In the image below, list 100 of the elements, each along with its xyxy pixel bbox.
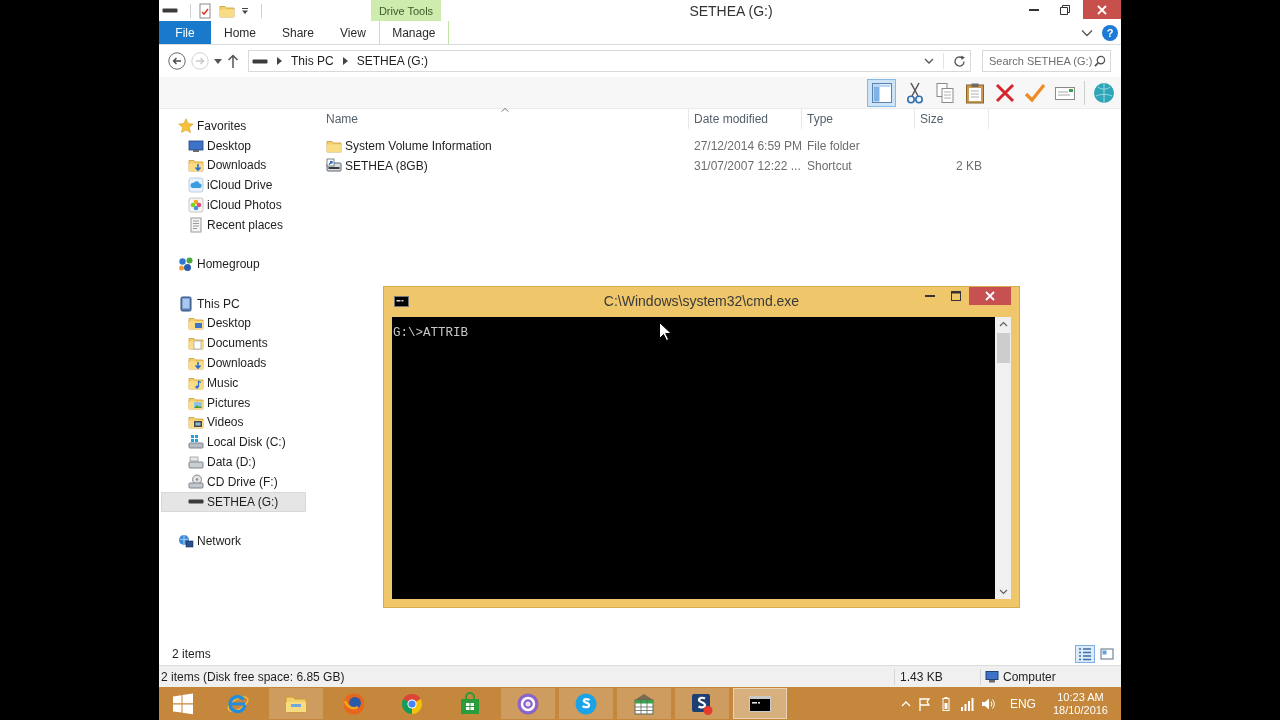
chevron-up-icon[interactable]: [900, 700, 911, 707]
sidebar-item[interactable]: Videos: [161, 412, 306, 433]
ribbon-tab[interactable]: Manage: [378, 21, 449, 44]
dropdown-caret-icon[interactable]: [241, 6, 249, 15]
sidebar-item[interactable]: Pictures: [161, 392, 306, 413]
monitor-icon: [188, 137, 204, 154]
sidebar-item[interactable]: SETHEA (G:): [161, 491, 306, 512]
sidebar-item[interactable]: Music: [161, 372, 306, 393]
computer-icon: [985, 669, 999, 684]
chevron-right-icon[interactable]: [277, 57, 282, 65]
chat-app-icon: [574, 691, 598, 716]
chevron-down-icon[interactable]: [924, 58, 934, 64]
hard-drive-icon: [188, 434, 204, 451]
taskbar-button[interactable]: [675, 688, 729, 719]
terminal-icon: [394, 295, 409, 307]
disc-drive-icon: [188, 473, 204, 490]
help-button[interactable]: ?: [1102, 24, 1118, 41]
status-location: Computer: [1003, 669, 1056, 684]
copy-icon[interactable]: [934, 81, 956, 104]
file-date: 31/07/2007 12:22 ...: [693, 159, 802, 173]
breadcrumb[interactable]: SETHEA (G:): [356, 54, 429, 68]
scrollbar[interactable]: [995, 317, 1011, 599]
close-button[interactable]: [969, 287, 1011, 305]
minimize-icon: [925, 295, 935, 297]
sidebar-item[interactable]: Local Disk (C:): [161, 432, 306, 453]
sidebar-item[interactable]: Network: [161, 531, 306, 551]
chevron-right-icon[interactable]: [342, 57, 348, 65]
contextual-tab-label: Drive Tools: [371, 0, 441, 21]
globe-icon[interactable]: [1093, 81, 1115, 104]
preview-pane-icon: [870, 81, 893, 104]
sidebar-item[interactable]: Data (D:): [161, 452, 306, 472]
sidebar-item[interactable]: Desktop: [161, 313, 306, 334]
volume-icon[interactable]: [980, 696, 995, 711]
window-title: C:\Windows\system32\cmd.exe: [603, 292, 800, 311]
up-arrow-icon[interactable]: [227, 54, 239, 68]
file-type: Shortcut: [806, 159, 853, 173]
document-icon: [188, 216, 204, 233]
ribbon-tab[interactable]: Share: [269, 21, 328, 44]
sidebar-item[interactable]: CD Drive (F:): [161, 471, 306, 492]
close-icon: [1097, 4, 1107, 15]
download-folder-icon: [188, 157, 204, 174]
scissors-icon[interactable]: [904, 81, 926, 104]
maximize-icon: [951, 291, 961, 301]
page-check-icon[interactable]: [197, 2, 213, 19]
preview-pane-button[interactable]: [867, 78, 896, 107]
column-header[interactable]: Type: [802, 109, 915, 129]
search-field[interactable]: Search SETHEA (G:): [982, 50, 1111, 72]
file-type: File folder: [806, 139, 861, 153]
dropdown-caret-icon[interactable]: [214, 58, 222, 64]
chevron-down-icon[interactable]: [1081, 28, 1093, 37]
taskbar-button[interactable]: [733, 688, 787, 719]
status-size: 1.43 KB: [899, 669, 944, 684]
close-button[interactable]: [1083, 0, 1121, 19]
flag-icon[interactable]: [917, 696, 932, 711]
browser-icon: [400, 691, 424, 716]
drive-icon[interactable]: [162, 8, 178, 13]
drive-icon: [188, 499, 204, 505]
column-header[interactable]: Date modified: [689, 109, 802, 129]
restore-icon: [1059, 4, 1070, 15]
sidebar-item[interactable]: Downloads: [161, 155, 306, 176]
ribbon-tab[interactable]: File: [159, 21, 211, 44]
sort-caret-icon: [500, 108, 509, 112]
browser-icon: [342, 691, 366, 716]
paste-icon[interactable]: [964, 81, 986, 104]
sidebar-item[interactable]: iCloud Drive: [161, 175, 306, 196]
sidebar-item[interactable]: Desktop: [161, 135, 306, 156]
ribbon-tab[interactable]: View: [327, 21, 379, 44]
address-bar[interactable]: This PC SETHEA (G:): [248, 50, 971, 72]
column-header[interactable]: Name: [321, 109, 689, 129]
sidebar-item[interactable]: iCloud Photos: [161, 195, 306, 215]
search-icon[interactable]: [1094, 55, 1106, 67]
sidebar-item[interactable]: This PC: [161, 293, 306, 314]
file-size: 2 KB: [955, 159, 983, 173]
breadcrumb[interactable]: This PC: [291, 54, 334, 68]
view-button[interactable]: [1075, 644, 1095, 663]
file-name[interactable]: System Volume Information: [345, 139, 492, 153]
file-date: 27/12/2014 6:59 PM: [693, 139, 802, 153]
window-title: SETHEA (G:): [688, 1, 774, 21]
status-summary: 2 items (Disk free space: 6.85 GB): [160, 669, 346, 684]
network-icon: [178, 533, 194, 549]
checkmark-icon[interactable]: [1024, 81, 1046, 104]
sidebar-item[interactable]: Documents: [161, 333, 306, 354]
video-folder-icon: [188, 414, 204, 431]
tiles-view-icon: [1100, 646, 1114, 661]
documents-folder-icon: [188, 335, 204, 352]
sidebar-item[interactable]: Homegroup: [161, 254, 306, 275]
shortcut-icon: [326, 158, 342, 174]
hard-drive-icon: [188, 454, 204, 471]
sidebar-item[interactable]: Downloads: [161, 353, 306, 373]
file-name[interactable]: SETHEA (8GB): [345, 159, 428, 173]
sidebar-item[interactable]: Favorites: [161, 116, 306, 136]
column-header[interactable]: Size: [915, 109, 989, 129]
delete-icon[interactable]: [994, 81, 1016, 104]
scroll-thumb[interactable]: [996, 333, 1010, 363]
back-icon[interactable]: [168, 52, 186, 70]
start-logo-icon: [172, 692, 194, 715]
sidebar-item[interactable]: Recent places: [161, 215, 306, 235]
ribbon-tab[interactable]: Home: [211, 21, 269, 44]
refresh-icon[interactable]: [953, 54, 966, 68]
signal-icon[interactable]: [959, 696, 974, 711]
